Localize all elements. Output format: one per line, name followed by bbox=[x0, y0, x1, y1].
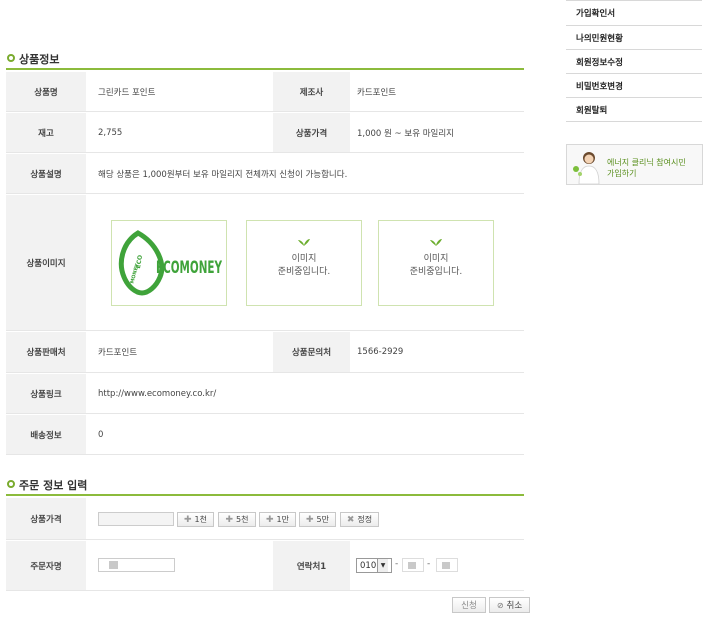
x-icon: ✖ bbox=[346, 514, 355, 525]
person-icon bbox=[573, 152, 600, 184]
section-title: 상품정보 bbox=[19, 53, 60, 66]
banner-line1: 에너지 클리닉 참여시민 bbox=[607, 158, 686, 167]
order-price-label: 상품가격 bbox=[6, 498, 86, 539]
phone-separator: - bbox=[395, 559, 399, 569]
amount-button-label: 5천 bbox=[236, 515, 249, 524]
table-row: 상품가격 ✚ 1천 ✚ 5천 ✚ 1만 ✚ 5만 ✖ 정정 bbox=[6, 498, 524, 540]
logo-ring-money: MONEY bbox=[129, 263, 140, 285]
add-5000-button[interactable]: ✚ 5천 bbox=[218, 512, 256, 527]
submit-button[interactable]: 신청 bbox=[452, 597, 486, 613]
product-name-label: 상품명 bbox=[6, 72, 86, 111]
section-bullet-icon bbox=[7, 480, 15, 488]
order-info-header: 주문 정보 입력 bbox=[6, 476, 524, 496]
maker-value: 카드포인트 bbox=[357, 87, 397, 98]
table-row: 주문자명 연락처1 010 ▼ - - bbox=[6, 541, 524, 591]
phone-prefix-value: 010 bbox=[360, 560, 377, 571]
chevron-down-icon: ▼ bbox=[377, 559, 388, 572]
add-10000-button[interactable]: ✚ 1만 bbox=[259, 512, 296, 527]
phone-middle-input[interactable] bbox=[402, 558, 424, 572]
cancel-button[interactable]: ⊘ 취소 bbox=[489, 597, 530, 613]
section-bullet-icon bbox=[7, 54, 15, 62]
amount-button-label: 1천 bbox=[194, 515, 207, 524]
amount-button-label: 1만 bbox=[276, 515, 289, 524]
product-image-placeholder: 이미지 준비중입니다. bbox=[378, 220, 494, 306]
plus-icon: ✚ bbox=[306, 514, 314, 525]
table-row: 상품설명 해당 상품은 1,000원부터 보유 마일리지 전체까지 신청이 가능… bbox=[6, 154, 524, 194]
placeholder-line2: 준비중입니다. bbox=[277, 267, 331, 277]
placeholder-line2: 준비중입니다. bbox=[409, 267, 463, 277]
banner-line2: 가입하기 bbox=[607, 169, 637, 178]
leaf-icon bbox=[298, 239, 310, 246]
cancel-button-label: 취소 bbox=[506, 601, 523, 611]
product-image-placeholder: 이미지 준비중입니다. bbox=[246, 220, 362, 306]
add-1000-button[interactable]: ✚ 1천 bbox=[177, 512, 214, 527]
price-label: 상품가격 bbox=[273, 113, 350, 152]
phone-separator: - bbox=[427, 559, 431, 569]
menu-item-edit-profile[interactable]: 회원정보수정 bbox=[566, 50, 702, 74]
table-row: 상품링크 http://www.ecomoney.co.kr/ bbox=[6, 374, 524, 414]
phone-prefix-select[interactable]: 010 ▼ bbox=[356, 558, 392, 573]
stock-label: 재고 bbox=[6, 113, 86, 152]
ecomoney-logo-icon: ECO MONEY ECOMONEY bbox=[118, 230, 222, 296]
table-row: 배송정보 0 bbox=[6, 415, 524, 455]
masked-text bbox=[442, 562, 450, 569]
placeholder-line1: 이미지 bbox=[423, 254, 449, 264]
product-name-value: 그린카드 포인트 bbox=[98, 87, 156, 98]
price-input[interactable] bbox=[98, 512, 174, 526]
masked-text bbox=[408, 562, 416, 569]
table-row: 상품명 그린카드 포인트 제조사 카드포인트 bbox=[6, 72, 524, 112]
plus-icon: ✚ bbox=[266, 514, 274, 525]
leaf-icon bbox=[430, 239, 442, 246]
image-label: 상품이미지 bbox=[6, 195, 86, 330]
contact-value: 1566-2929 bbox=[357, 347, 404, 357]
add-50000-button[interactable]: ✚ 5만 bbox=[299, 512, 336, 527]
menu-item-withdraw[interactable]: 회원탈퇴 bbox=[566, 98, 702, 122]
plus-icon: ✚ bbox=[225, 514, 234, 525]
description-label: 상품설명 bbox=[6, 154, 86, 193]
price-value: 1,000 원 ~ 보유 마일리지 bbox=[357, 128, 455, 139]
table-row: 재고 2,755 상품가격 1,000 원 ~ 보유 마일리지 bbox=[6, 113, 524, 153]
stock-value: 2,755 bbox=[98, 127, 123, 138]
seller-label: 상품판매처 bbox=[6, 332, 86, 372]
amount-button-label: 5만 bbox=[316, 515, 329, 524]
table-row: 상품이미지 ECO MONEY ECOMONEY 이미지 준비중입니다. 이미지… bbox=[6, 195, 524, 331]
plus-icon: ✚ bbox=[184, 514, 192, 525]
reset-button-label: 정정 bbox=[357, 515, 373, 524]
phone-last-input[interactable] bbox=[436, 558, 458, 572]
table-row: 상품판매처 카드포인트 상품문의처 1566-2929 bbox=[6, 332, 524, 373]
orderer-name-label: 주문자명 bbox=[6, 541, 86, 590]
member-menu: 가입확인서 나의민원현황 회원정보수정 비밀번호변경 회원탈퇴 bbox=[566, 0, 702, 122]
masked-text bbox=[109, 561, 118, 569]
link-label: 상품링크 bbox=[6, 374, 86, 413]
shipping-value: 0 bbox=[98, 429, 104, 440]
orderer-name-input[interactable] bbox=[98, 558, 175, 572]
menu-item-my-complaints[interactable]: 나의민원현황 bbox=[566, 26, 702, 50]
section-title: 주문 정보 입력 bbox=[19, 479, 88, 492]
menu-item-change-password[interactable]: 비밀번호변경 bbox=[566, 74, 702, 98]
submit-button-label: 신청 bbox=[461, 601, 477, 611]
menu-item-join-confirmation[interactable]: 가입확인서 bbox=[566, 0, 702, 26]
no-icon: ⊘ bbox=[496, 600, 504, 610]
shipping-label: 배송정보 bbox=[6, 415, 86, 454]
seller-value: 카드포인트 bbox=[98, 348, 138, 358]
reset-amount-button[interactable]: ✖ 정정 bbox=[340, 512, 379, 527]
product-image-ecomoney: ECO MONEY ECOMONEY bbox=[111, 220, 227, 306]
placeholder-line1: 이미지 bbox=[291, 254, 317, 264]
product-link[interactable]: http://www.ecomoney.co.kr/ bbox=[98, 374, 216, 413]
logo-text: ECOMONEY bbox=[156, 258, 222, 278]
contact-label: 상품문의처 bbox=[273, 332, 350, 372]
maker-label: 제조사 bbox=[273, 72, 350, 111]
energy-clinic-banner[interactable]: 에너지 클리닉 참여시민 가입하기 bbox=[566, 144, 703, 185]
phone-label: 연락처1 bbox=[273, 541, 350, 590]
product-info-header: 상품정보 bbox=[6, 50, 524, 70]
description-value: 해당 상품은 1,000원부터 보유 마일리지 전체까지 신청이 가능합니다. bbox=[98, 169, 348, 180]
